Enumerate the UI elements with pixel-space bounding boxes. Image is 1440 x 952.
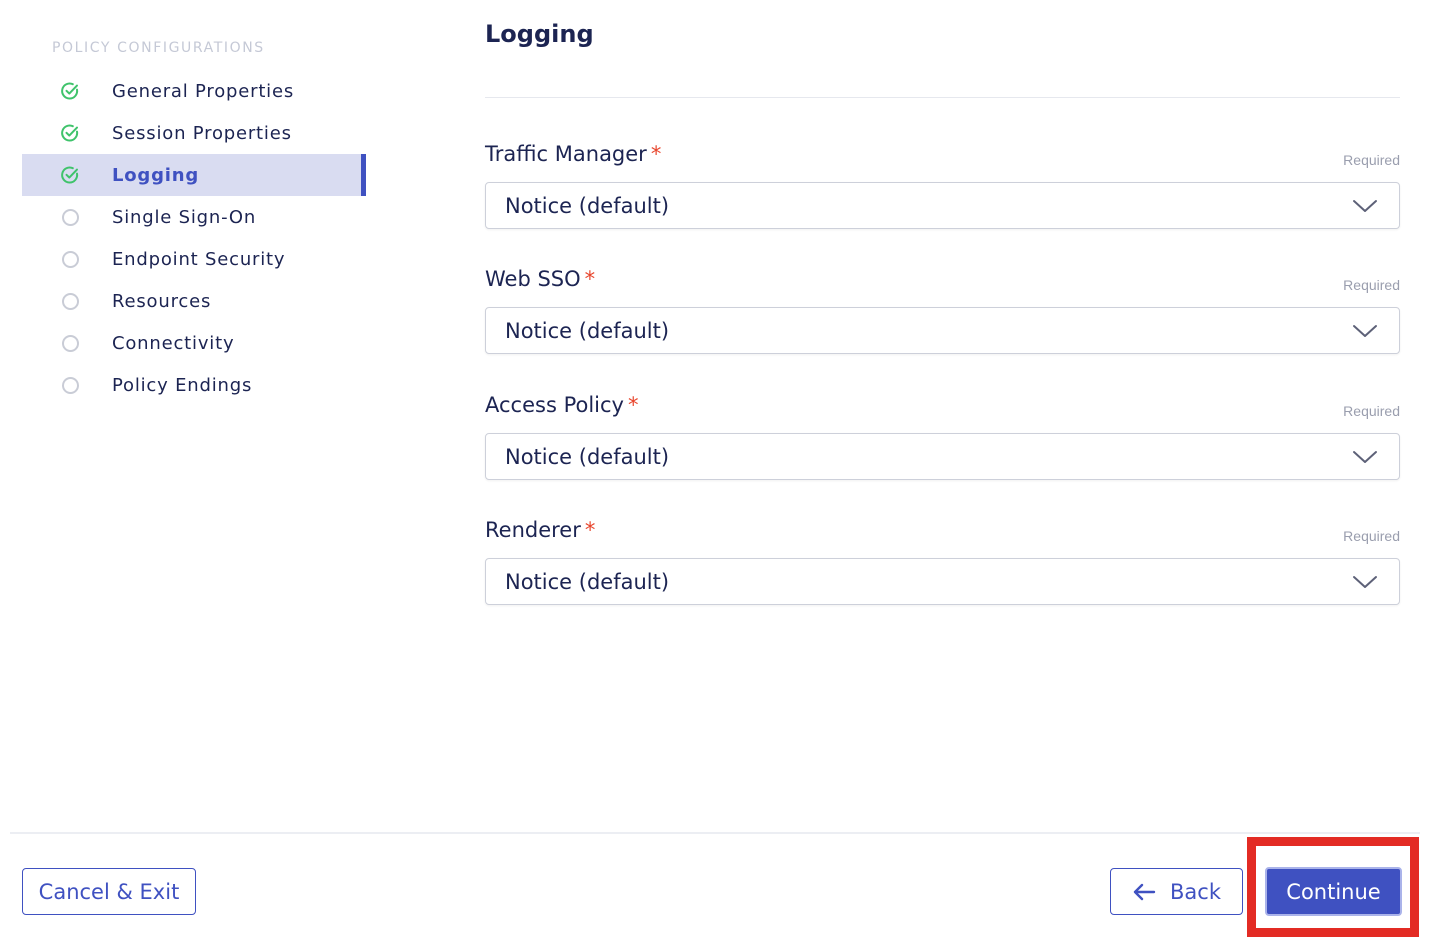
traffic-manager-select[interactable]: Notice (default) [485, 182, 1400, 229]
required-star: * [584, 518, 596, 542]
select-value: Notice (default) [505, 445, 670, 469]
check-circle-icon [60, 165, 80, 185]
sidebar-item-logging[interactable]: Logging [22, 154, 366, 196]
field-label-text: Traffic Manager [485, 142, 647, 166]
sidebar-item-label: Session Properties [112, 123, 292, 144]
sidebar-item-label: Endpoint Security [112, 249, 286, 270]
empty-circle-icon [60, 333, 80, 353]
check-circle-icon [60, 81, 80, 101]
sidebar-heading: POLICY CONFIGURATIONS [52, 40, 265, 56]
renderer-label: Renderer * [485, 518, 595, 542]
renderer-select[interactable]: Notice (default) [485, 558, 1400, 605]
sidebar-item-policy-endings[interactable]: Policy Endings [22, 364, 366, 406]
sidebar-item-label: Policy Endings [112, 375, 253, 396]
continue-button[interactable]: Continue [1265, 867, 1402, 916]
back-button-label: Back [1170, 879, 1221, 904]
empty-circle-icon [60, 375, 80, 395]
required-hint: Required [1343, 403, 1400, 419]
required-star: * [584, 267, 596, 291]
cancel-exit-button[interactable]: Cancel & Exit [22, 868, 196, 915]
field-label-text: Access Policy [485, 393, 624, 417]
web-sso-select[interactable]: Notice (default) [485, 307, 1400, 354]
access-policy-label: Access Policy * [485, 393, 638, 417]
traffic-manager-label: Traffic Manager * [485, 142, 661, 166]
access-policy-select[interactable]: Notice (default) [485, 433, 1400, 480]
chevron-down-icon [1353, 200, 1377, 212]
title-divider [485, 97, 1400, 98]
sidebar-item-session-properties[interactable]: Session Properties [22, 112, 366, 154]
required-star: * [627, 393, 639, 417]
chevron-down-icon [1353, 451, 1377, 463]
sidebar-item-label: Logging [112, 165, 200, 186]
web-sso-label: Web SSO * [485, 267, 595, 291]
sidebar-item-endpoint-security[interactable]: Endpoint Security [22, 238, 366, 280]
empty-circle-icon [60, 291, 80, 311]
select-value: Notice (default) [505, 570, 670, 594]
chevron-down-icon [1353, 576, 1377, 588]
required-hint: Required [1343, 277, 1400, 293]
field-label-text: Renderer [485, 518, 581, 542]
arrow-left-icon [1133, 883, 1156, 900]
page-title: Logging [485, 20, 594, 48]
back-button[interactable]: Back [1110, 868, 1243, 915]
chevron-down-icon [1353, 325, 1377, 337]
required-star: * [650, 142, 662, 166]
sidebar-item-label: Connectivity [112, 333, 235, 354]
footer-divider [10, 832, 1420, 834]
sidebar-item-single-sign-on[interactable]: Single Sign-On [22, 196, 366, 238]
check-circle-icon [60, 123, 80, 143]
sidebar-item-label: General Properties [112, 81, 295, 102]
empty-circle-icon [60, 207, 80, 227]
sidebar-item-label: Resources [112, 291, 212, 312]
empty-circle-icon [60, 249, 80, 269]
sidebar-item-label: Single Sign-On [112, 207, 257, 228]
required-hint: Required [1343, 528, 1400, 544]
required-hint: Required [1343, 152, 1400, 168]
sidebar-item-general-properties[interactable]: General Properties [22, 70, 366, 112]
select-value: Notice (default) [505, 194, 670, 218]
sidebar-item-resources[interactable]: Resources [22, 280, 366, 322]
field-label-text: Web SSO [485, 267, 581, 291]
select-value: Notice (default) [505, 319, 670, 343]
sidebar-item-connectivity[interactable]: Connectivity [22, 322, 366, 364]
